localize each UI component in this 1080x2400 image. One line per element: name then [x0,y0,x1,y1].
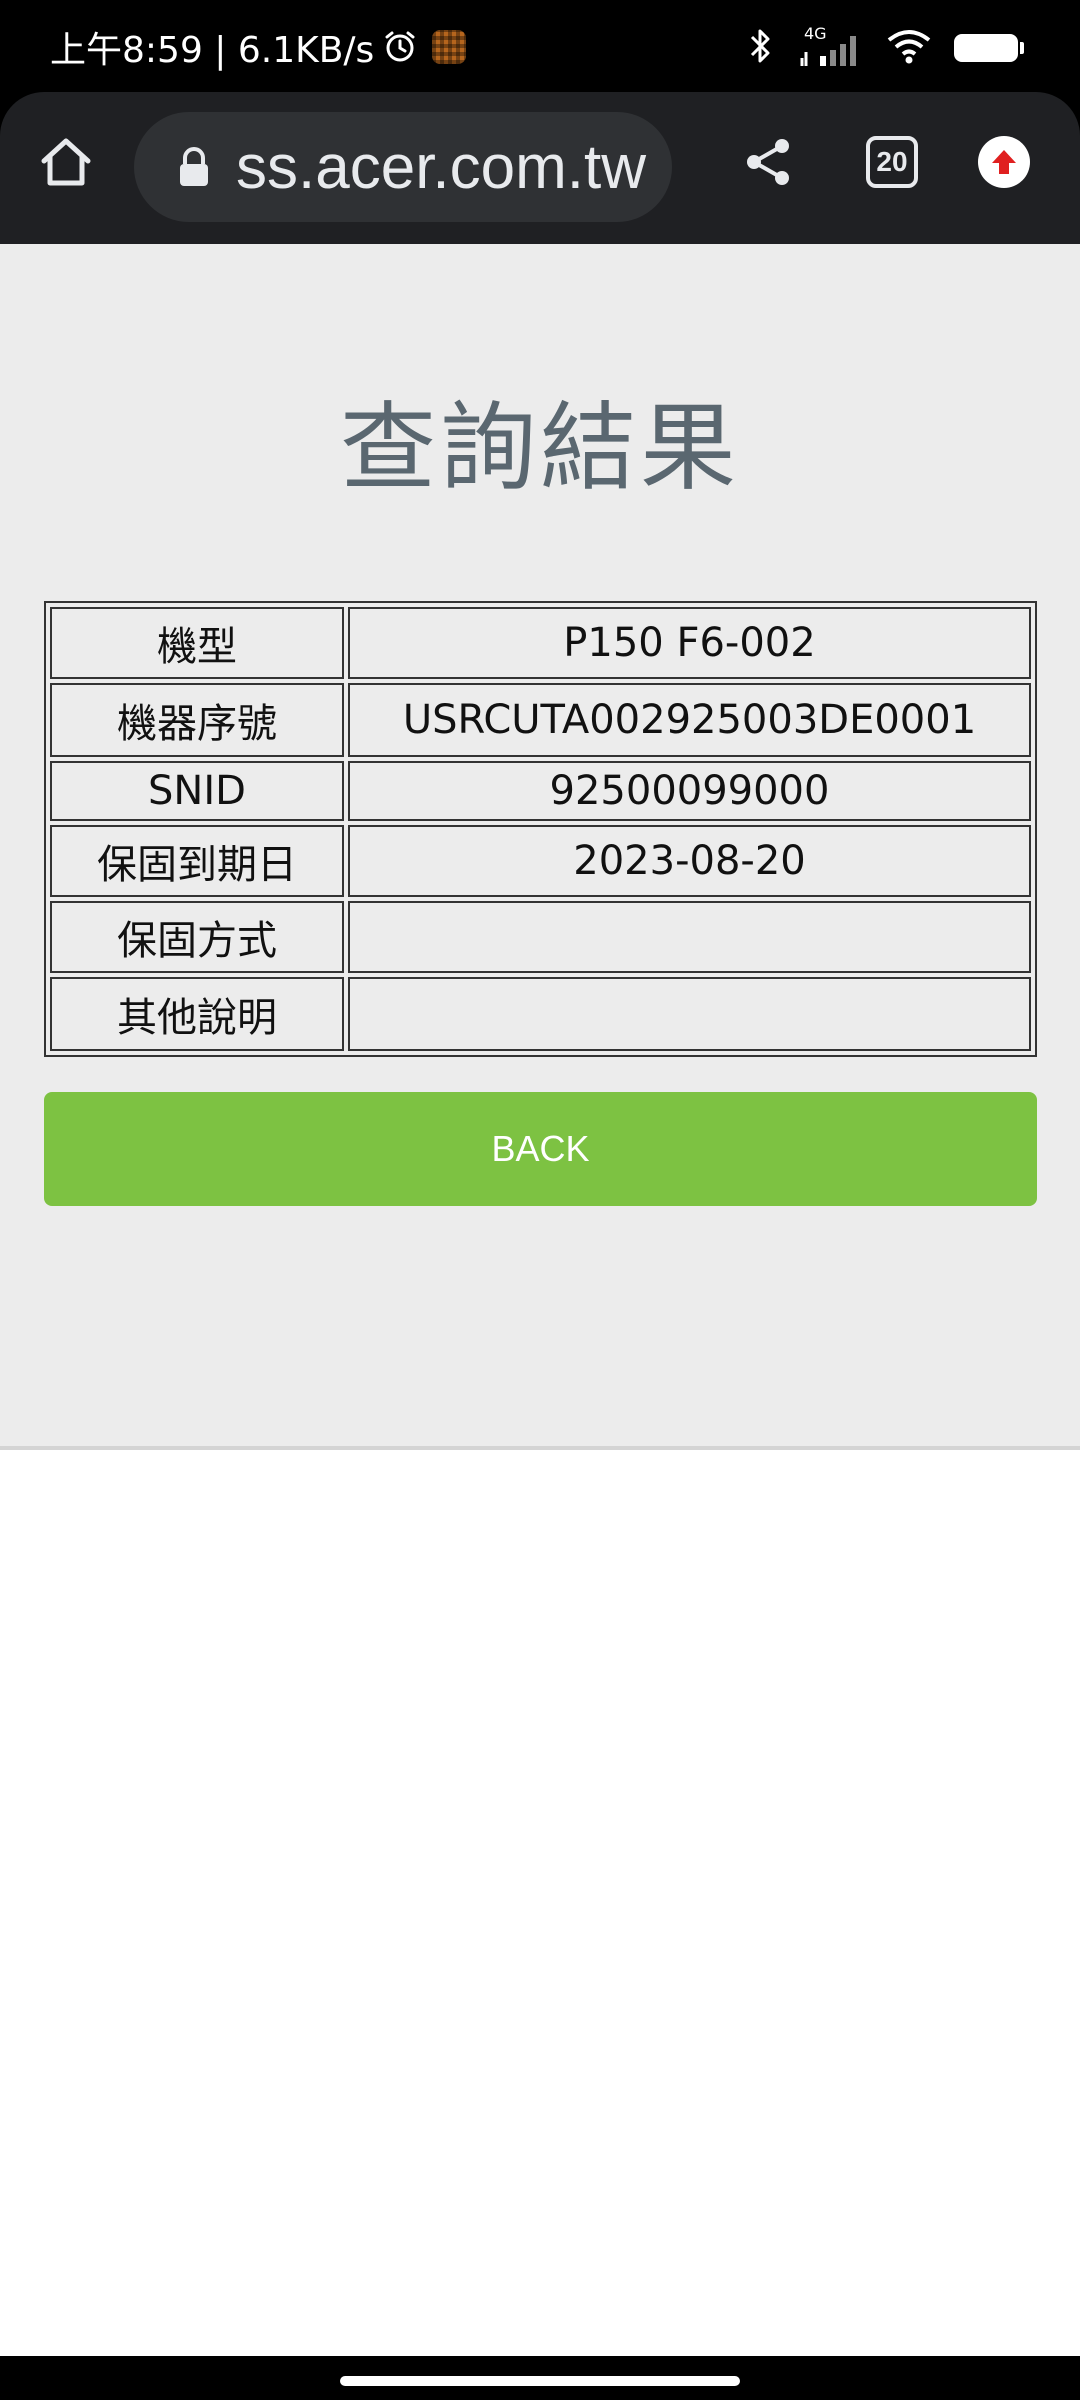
battery-percent: 93 [972,36,1000,60]
signal-icon: 4G [798,24,864,68]
table-row: SNID 92500099000 [50,761,1031,821]
home-button[interactable] [36,132,96,192]
alarm-icon [382,29,418,65]
result-table: 機型 P150 F6-002 機器序號 USRCUTA002925003DE00… [44,601,1037,1057]
home-icon [41,138,91,186]
row-value: 2023-08-20 [348,825,1031,897]
wifi-icon [886,26,932,70]
navigation-bar [0,2356,1080,2400]
table-row: 保固方式 [50,901,1031,973]
page-title: 查詢結果 [340,392,740,504]
url-text: ss.acer.com.tw [236,132,646,202]
row-value: P150 F6-002 [348,607,1031,679]
battery-level: 93 [954,34,1018,62]
page-content: 查詢結果 機型 P150 F6-002 機器序號 USRCUTA00292500… [0,244,1080,1450]
home-gesture-handle[interactable] [340,2376,740,2386]
update-icon [992,150,1016,174]
network-type: 4G [804,24,827,43]
back-button[interactable]: BACK [44,1092,1037,1206]
row-value: USRCUTA002925003DE0001 [348,683,1031,757]
row-value: 92500099000 [348,761,1031,821]
battery-tip [1020,42,1024,54]
table-row: 機型 P150 F6-002 [50,607,1031,679]
row-label: 其他說明 [50,977,344,1051]
status-left: 上午8:59 | 6.1KB/s [50,22,467,72]
table-row: 保固到期日 2023-08-20 [50,825,1031,897]
share-icon [747,139,789,185]
battery-icon: 93 [954,34,1024,62]
tab-count: 20 [876,146,908,177]
row-label: 機型 [50,607,344,679]
row-label: SNID [50,761,344,821]
status-bar: 上午8:59 | 6.1KB/s 4G 93 [0,0,1080,92]
row-label: 機器序號 [50,683,344,757]
table-row: 其他說明 [50,977,1031,1051]
bluetooth-icon [746,26,776,70]
back-button-label: BACK [491,1128,590,1169]
status-time-speed: 上午8:59 | 6.1KB/s [50,30,375,71]
row-value [348,977,1031,1051]
update-button[interactable] [978,136,1030,188]
table-row: 機器序號 USRCUTA002925003DE0001 [50,683,1031,757]
app-notification-icon [432,30,467,64]
row-label: 保固方式 [50,901,344,973]
row-value [348,901,1031,973]
lock-icon [170,145,218,189]
row-label: 保固到期日 [50,825,344,897]
browser-toolbar: ss.acer.com.tw 20 [0,92,1080,244]
status-right: 4G 93 [746,24,1024,72]
url-bar[interactable]: ss.acer.com.tw [134,112,672,222]
tabs-button[interactable]: 20 [866,136,918,188]
share-button[interactable] [738,132,798,192]
